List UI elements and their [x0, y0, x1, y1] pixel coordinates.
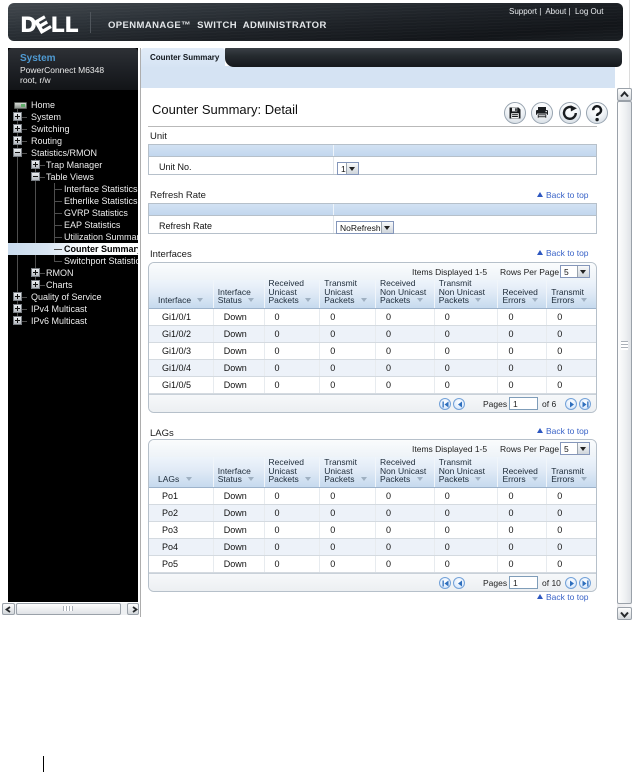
svg-text:LL: LL [52, 14, 80, 34]
